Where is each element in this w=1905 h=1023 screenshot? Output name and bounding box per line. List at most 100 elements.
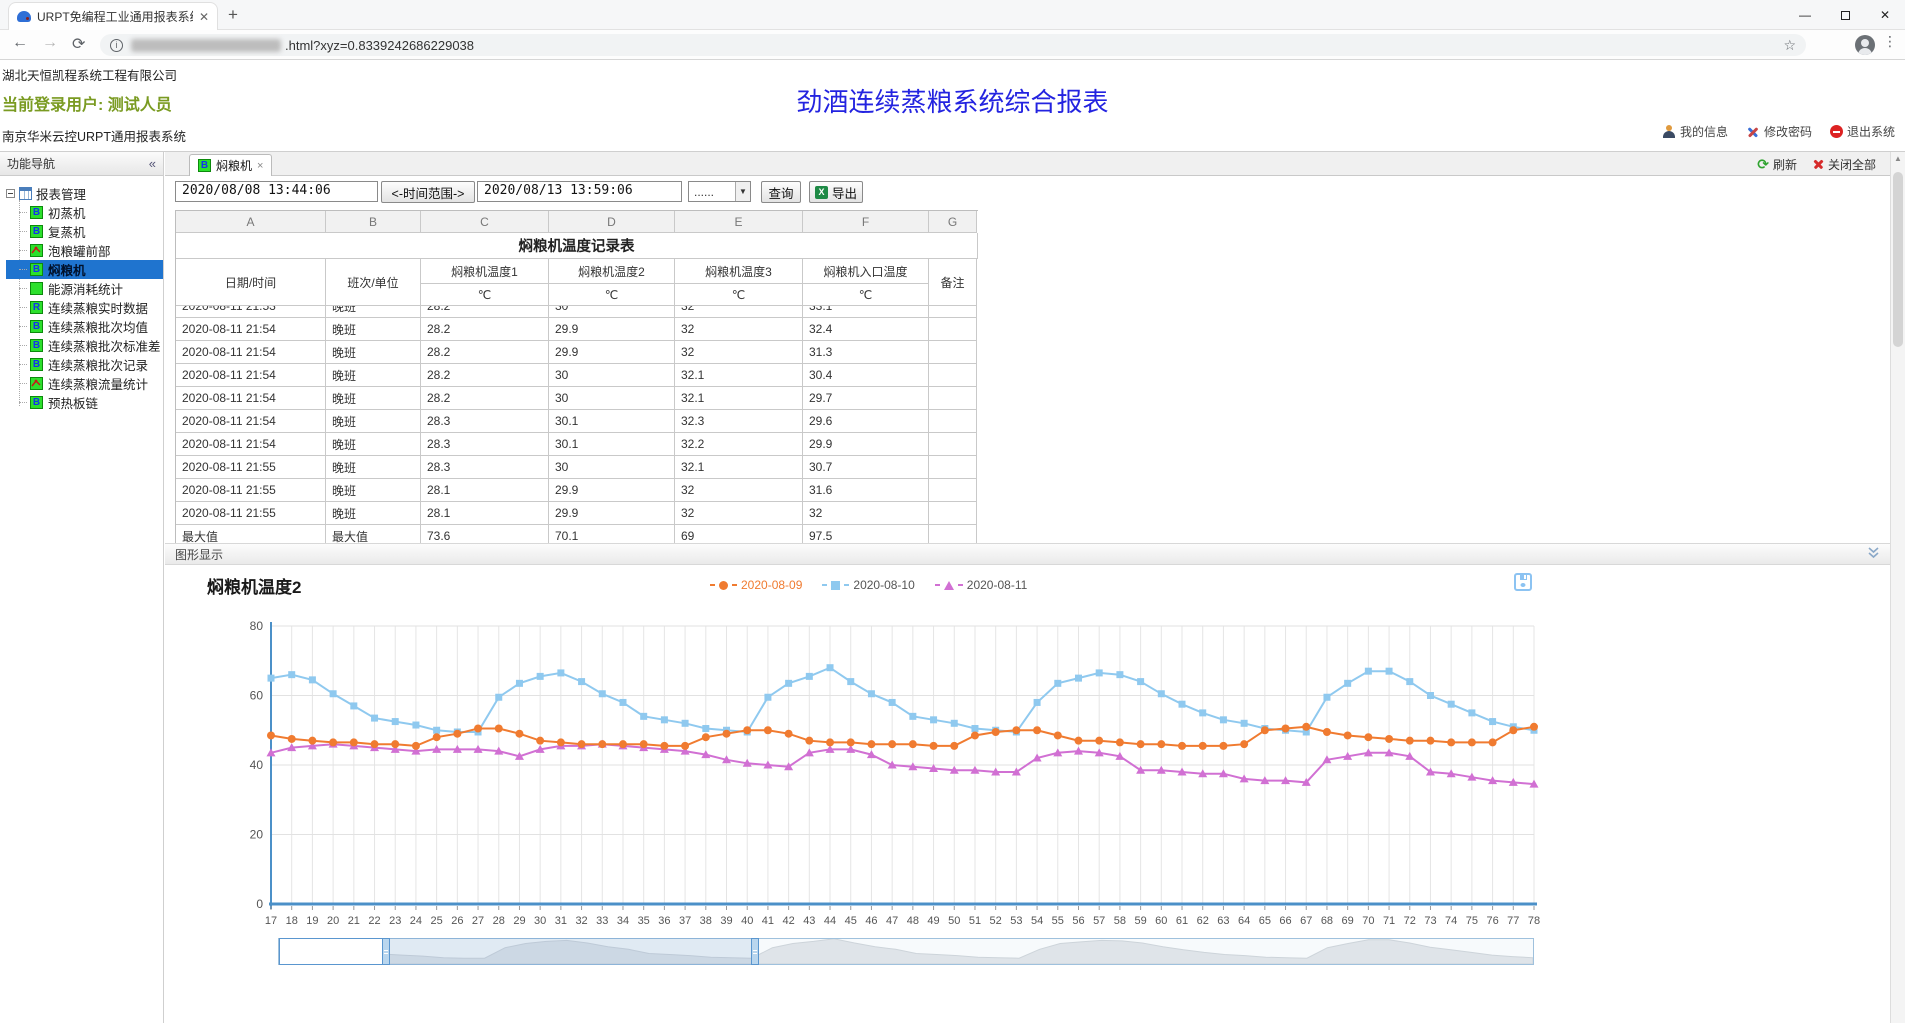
change-password-button[interactable]: 修改密码: [1746, 123, 1812, 140]
vertical-scrollbar[interactable]: ▲: [1890, 152, 1905, 1023]
query-button[interactable]: 查询: [761, 181, 801, 203]
scrollbar-thumb[interactable]: [1893, 172, 1903, 347]
graph-display-label: 图形显示: [175, 546, 223, 563]
tab-menliangji[interactable]: B 焖粮机 ×: [189, 154, 272, 176]
sidebar-item-1[interactable]: B复蒸机: [6, 222, 163, 241]
svg-text:24: 24: [410, 915, 422, 927]
window-maximize-button[interactable]: [1825, 0, 1865, 30]
address-bar[interactable]: i .html?xyz=0.8339242686229038 ☆: [100, 34, 1806, 56]
legend-item-2020-08-09[interactable]: 2020-08-09: [710, 578, 802, 592]
svg-text:52: 52: [990, 915, 1002, 927]
svg-text:61: 61: [1176, 915, 1188, 927]
logout-label: 退出系统: [1847, 123, 1895, 140]
svg-text:74: 74: [1445, 915, 1457, 927]
datazoom-handle-right[interactable]: [751, 938, 759, 965]
datazoom-slider[interactable]: [278, 938, 1534, 965]
sidebar-item-6[interactable]: B连续蒸粮批次均值: [6, 317, 163, 336]
collapse-chart-icon[interactable]: [1867, 546, 1880, 563]
sidebar-item-5[interactable]: R连续蒸粮实时数据: [6, 298, 163, 317]
sidebar: 功能导航 « 报表管理 B初蒸机B复蒸机泡粮罐前部B焖粮机能源消耗统计R连续蒸粮…: [0, 152, 164, 1023]
table-row: 2020-08-11 21:54晚班28.23032.130.4: [176, 364, 978, 387]
bookmark-star-icon[interactable]: ☆: [1783, 37, 1796, 54]
table-cell: 28.1: [421, 479, 549, 502]
svg-text:58: 58: [1114, 915, 1126, 927]
table-cell: 30: [549, 387, 675, 410]
browser-menu-icon[interactable]: ⋮: [1883, 33, 1897, 50]
table-cell: 28.1: [421, 502, 549, 525]
svg-text:40: 40: [250, 758, 264, 772]
my-info-button[interactable]: 我的信息: [1662, 123, 1728, 140]
window-minimize-button[interactable]: —: [1785, 0, 1825, 30]
table-cell: [929, 318, 977, 341]
table-title: 焖粮机温度记录表: [176, 233, 978, 259]
start-time-input[interactable]: 2020/08/08 13:44:06: [175, 181, 378, 202]
b-report-icon: B: [30, 320, 43, 333]
forward-icon[interactable]: →: [42, 34, 58, 52]
sidebar-item-8[interactable]: B连续蒸粮批次记录: [6, 355, 163, 374]
sidebar-item-7[interactable]: B连续蒸粮批次标准差: [6, 336, 163, 355]
profile-avatar[interactable]: [1855, 35, 1875, 55]
sidebar-item-9[interactable]: 连续蒸粮流量统计: [6, 374, 163, 393]
sidebar-collapse-icon[interactable]: «: [149, 156, 156, 171]
table-cell: 29.6: [803, 410, 929, 433]
svg-text:21: 21: [348, 915, 360, 927]
new-tab-button[interactable]: +: [228, 5, 238, 25]
sidebar-item-label: 泡粮罐前部: [48, 241, 111, 260]
close-all-button[interactable]: 关闭全部: [1813, 156, 1876, 173]
svg-text:41: 41: [762, 915, 774, 927]
svg-text:26: 26: [451, 915, 463, 927]
svg-text:37: 37: [679, 915, 691, 927]
svg-text:55: 55: [1052, 915, 1064, 927]
page-info-icon[interactable]: i: [110, 39, 123, 52]
sidebar-item-4[interactable]: 能源消耗统计: [6, 279, 163, 298]
table-cell: 28.2: [421, 318, 549, 341]
excel-icon: X: [815, 186, 828, 199]
svg-text:49: 49: [927, 915, 939, 927]
table-cell: 29.7: [803, 387, 929, 410]
header-cell: 焖粮机入口温度℃: [803, 259, 929, 306]
tree-collapse-icon[interactable]: [6, 189, 15, 198]
tab-close-icon[interactable]: ×: [257, 160, 263, 172]
table-cell: 晚班: [326, 433, 421, 456]
svg-text:59: 59: [1134, 915, 1146, 927]
logout-button[interactable]: 退出系统: [1830, 123, 1895, 140]
sidebar-item-0[interactable]: B初蒸机: [6, 203, 163, 222]
legend-item-2020-08-10[interactable]: 2020-08-10: [822, 578, 914, 592]
export-label: 导出: [832, 183, 857, 202]
browser-tab[interactable]: URPT免编程工业通用报表系统 ✕: [8, 2, 218, 30]
sidebar-item-3[interactable]: B焖粮机: [6, 260, 163, 279]
line-chart-plot: 0204060801718192021222324252627282930313…: [231, 610, 1546, 940]
table-cell: 30: [549, 364, 675, 387]
svg-text:51: 51: [969, 915, 981, 927]
svg-text:73: 73: [1424, 915, 1436, 927]
datazoom-handle-left[interactable]: [382, 938, 390, 965]
tree-root-report-management[interactable]: 报表管理: [6, 184, 163, 203]
column-letter: D: [549, 211, 675, 233]
page-title: 劲酒连续蒸粮系统综合报表: [0, 82, 1905, 119]
svg-text:54: 54: [1031, 915, 1043, 927]
save-image-icon[interactable]: [1512, 571, 1534, 598]
datazoom-window[interactable]: [386, 938, 755, 965]
chart-report-icon: [30, 377, 43, 390]
scroll-up-icon[interactable]: ▲: [1891, 152, 1905, 166]
table-cell: 32.1: [675, 364, 803, 387]
window-close-button[interactable]: ✕: [1865, 0, 1905, 30]
time-range-button[interactable]: <-时间范围->: [381, 181, 475, 203]
legend-item-2020-08-11[interactable]: 2020-08-11: [935, 578, 1028, 592]
export-button[interactable]: X 导出: [809, 181, 863, 203]
b-report-icon: B: [30, 358, 43, 371]
chart-legend: 2020-08-09 2020-08-10 2020-08-11: [710, 578, 1027, 592]
end-time-input[interactable]: 2020/08/13 13:59:06: [477, 181, 682, 202]
back-icon[interactable]: ←: [12, 34, 28, 52]
sidebar-item-10[interactable]: B预热板链: [6, 393, 163, 412]
svg-text:31: 31: [555, 915, 567, 927]
header-cell: 备注: [929, 259, 977, 306]
header-cell: 焖粮机温度3℃: [675, 259, 803, 306]
filter-select[interactable]: ...... ▼: [688, 181, 751, 202]
refresh-button[interactable]: ⟳ 刷新: [1757, 156, 1797, 173]
sidebar-item-2[interactable]: 泡粮罐前部: [6, 241, 163, 260]
table-cell: 31.3: [803, 341, 929, 364]
table-cell: 32.3: [675, 410, 803, 433]
reload-icon[interactable]: ⟳: [72, 34, 85, 54]
browser-tab-close-icon[interactable]: ✕: [199, 10, 209, 24]
